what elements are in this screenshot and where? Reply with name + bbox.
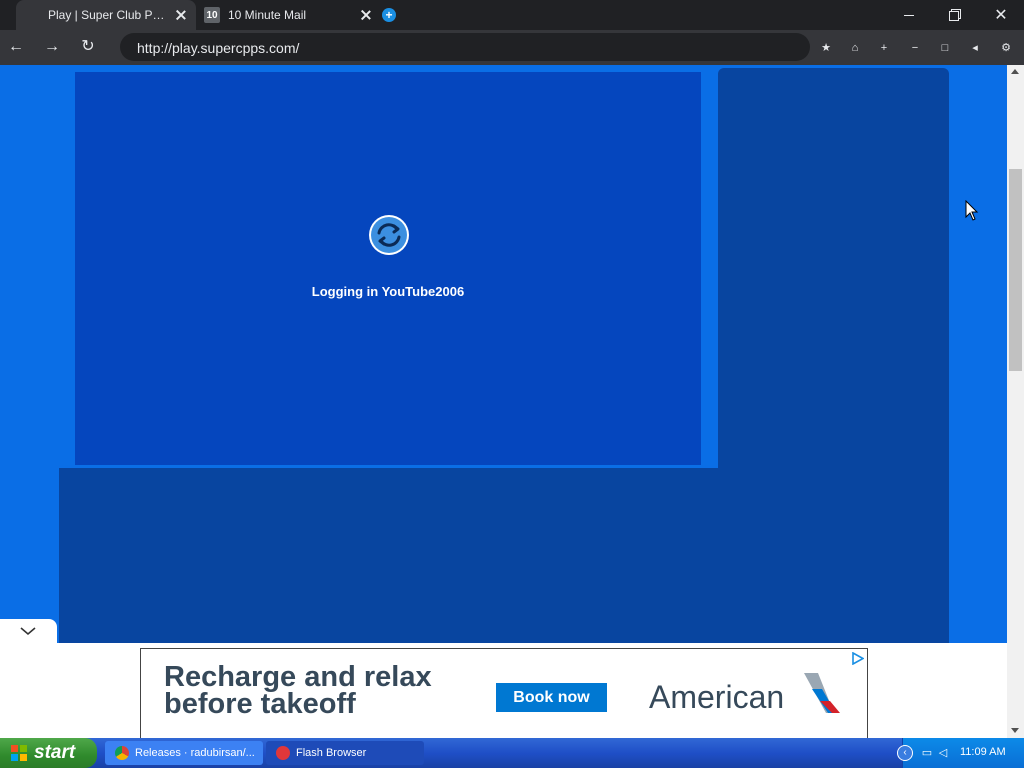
mouse-cursor-icon	[965, 200, 979, 221]
page-scrollbar[interactable]	[1007, 65, 1024, 738]
chevron-down-icon	[20, 627, 36, 636]
screen: Play | Super Club Penguin 10 10 Minute M…	[0, 0, 1024, 768]
game-frame: Logging in YouTube2006	[73, 70, 703, 468]
taskbar-item-flash-browser[interactable]: Flash Browser	[266, 741, 424, 765]
forward-button[interactable]: →	[40, 36, 64, 58]
side-panel	[718, 68, 949, 468]
taskbar-item-label: Releases · radubirsan/...	[135, 747, 255, 759]
scrollbar-thumb[interactable]	[1009, 169, 1022, 371]
settings-icon[interactable]: ⚙	[997, 39, 1015, 57]
login-status-text: Logging in YouTube2006	[311, 284, 465, 299]
taskbar-item-label: Flash Browser	[296, 747, 367, 759]
close-window-button[interactable]: ✕	[978, 0, 1024, 30]
taskbar: start Releases · radubirsan/... Flash Br…	[0, 738, 1024, 768]
system-tray: ‹ ▭ ◁ 11:09 AM	[897, 738, 1024, 768]
new-tab-icon[interactable]: +	[382, 8, 396, 22]
close-icon[interactable]	[174, 8, 188, 22]
browser-tabbar: Play | Super Club Penguin 10 10 Minute M…	[0, 0, 1024, 30]
volume-muted-icon[interactable]: ◁	[936, 746, 950, 760]
windows-logo-icon	[11, 745, 27, 761]
volume-icon[interactable]: ◂	[966, 39, 984, 57]
bottom-panel	[59, 468, 949, 643]
start-button[interactable]: start	[0, 738, 97, 768]
ad-headline: Recharge and relax before takeoff	[164, 661, 464, 720]
minus-icon[interactable]: −	[906, 39, 924, 57]
game-area[interactable]: Logging in YouTube2006	[75, 72, 701, 465]
tab-super-club-penguin[interactable]: Play | Super Club Penguin	[16, 0, 196, 30]
reload-button[interactable]: ↻	[76, 36, 100, 58]
back-button[interactable]: ←	[4, 36, 28, 58]
book-now-button[interactable]: Book now	[496, 683, 607, 712]
minimize-button[interactable]	[886, 0, 932, 30]
address-bar[interactable]: http://play.supercpps.com/	[120, 33, 810, 61]
taskbar-item-releases[interactable]: Releases · radubirsan/...	[105, 741, 263, 765]
home-icon[interactable]: ⌂	[846, 39, 864, 57]
flash-browser-icon	[276, 746, 290, 760]
start-label: start	[34, 742, 76, 763]
fullscreen-icon[interactable]: □	[936, 39, 954, 57]
ad-strip: Recharge and relax before takeoff Book n…	[0, 643, 1007, 738]
advertisement[interactable]: Recharge and relax before takeoff Book n…	[140, 648, 868, 738]
chevron-left-icon[interactable]: ‹	[897, 745, 913, 761]
ad-brand: American	[649, 679, 785, 715]
chrome-icon	[115, 746, 129, 760]
airline-logo-icon	[804, 673, 840, 713]
loading-spinner-icon	[369, 215, 409, 255]
page-content: Logging in YouTube2006	[0, 65, 1007, 643]
plus-icon[interactable]: +	[875, 39, 893, 57]
address-text: http://play.supercpps.com/	[137, 40, 300, 56]
clock: 11:09 AM	[960, 746, 1006, 758]
ad-headline-line1: Recharge and relax	[164, 661, 432, 693]
tab-favicon: 10	[204, 7, 220, 23]
network-icon[interactable]: ▭	[920, 746, 934, 760]
browser-toolbar: ← → ↻ http://play.supercpps.com/ ★ ⌂ + −…	[0, 30, 1024, 65]
scroll-down-icon[interactable]	[1011, 728, 1019, 733]
close-icon[interactable]	[359, 8, 373, 22]
collapse-ad-button[interactable]	[0, 619, 57, 643]
tab-title: 10 Minute Mail	[228, 8, 307, 22]
tab-10-minute-mail[interactable]: 10 10 Minute Mail	[196, 0, 380, 30]
scroll-up-icon[interactable]	[1011, 69, 1019, 74]
maximize-button[interactable]	[932, 0, 978, 30]
ad-headline-line2: before takeoff	[164, 688, 356, 720]
star-icon[interactable]: ★	[817, 39, 835, 57]
tab-title: Play | Super Club Penguin	[48, 8, 168, 22]
ad-choices-icon[interactable]	[851, 652, 864, 665]
